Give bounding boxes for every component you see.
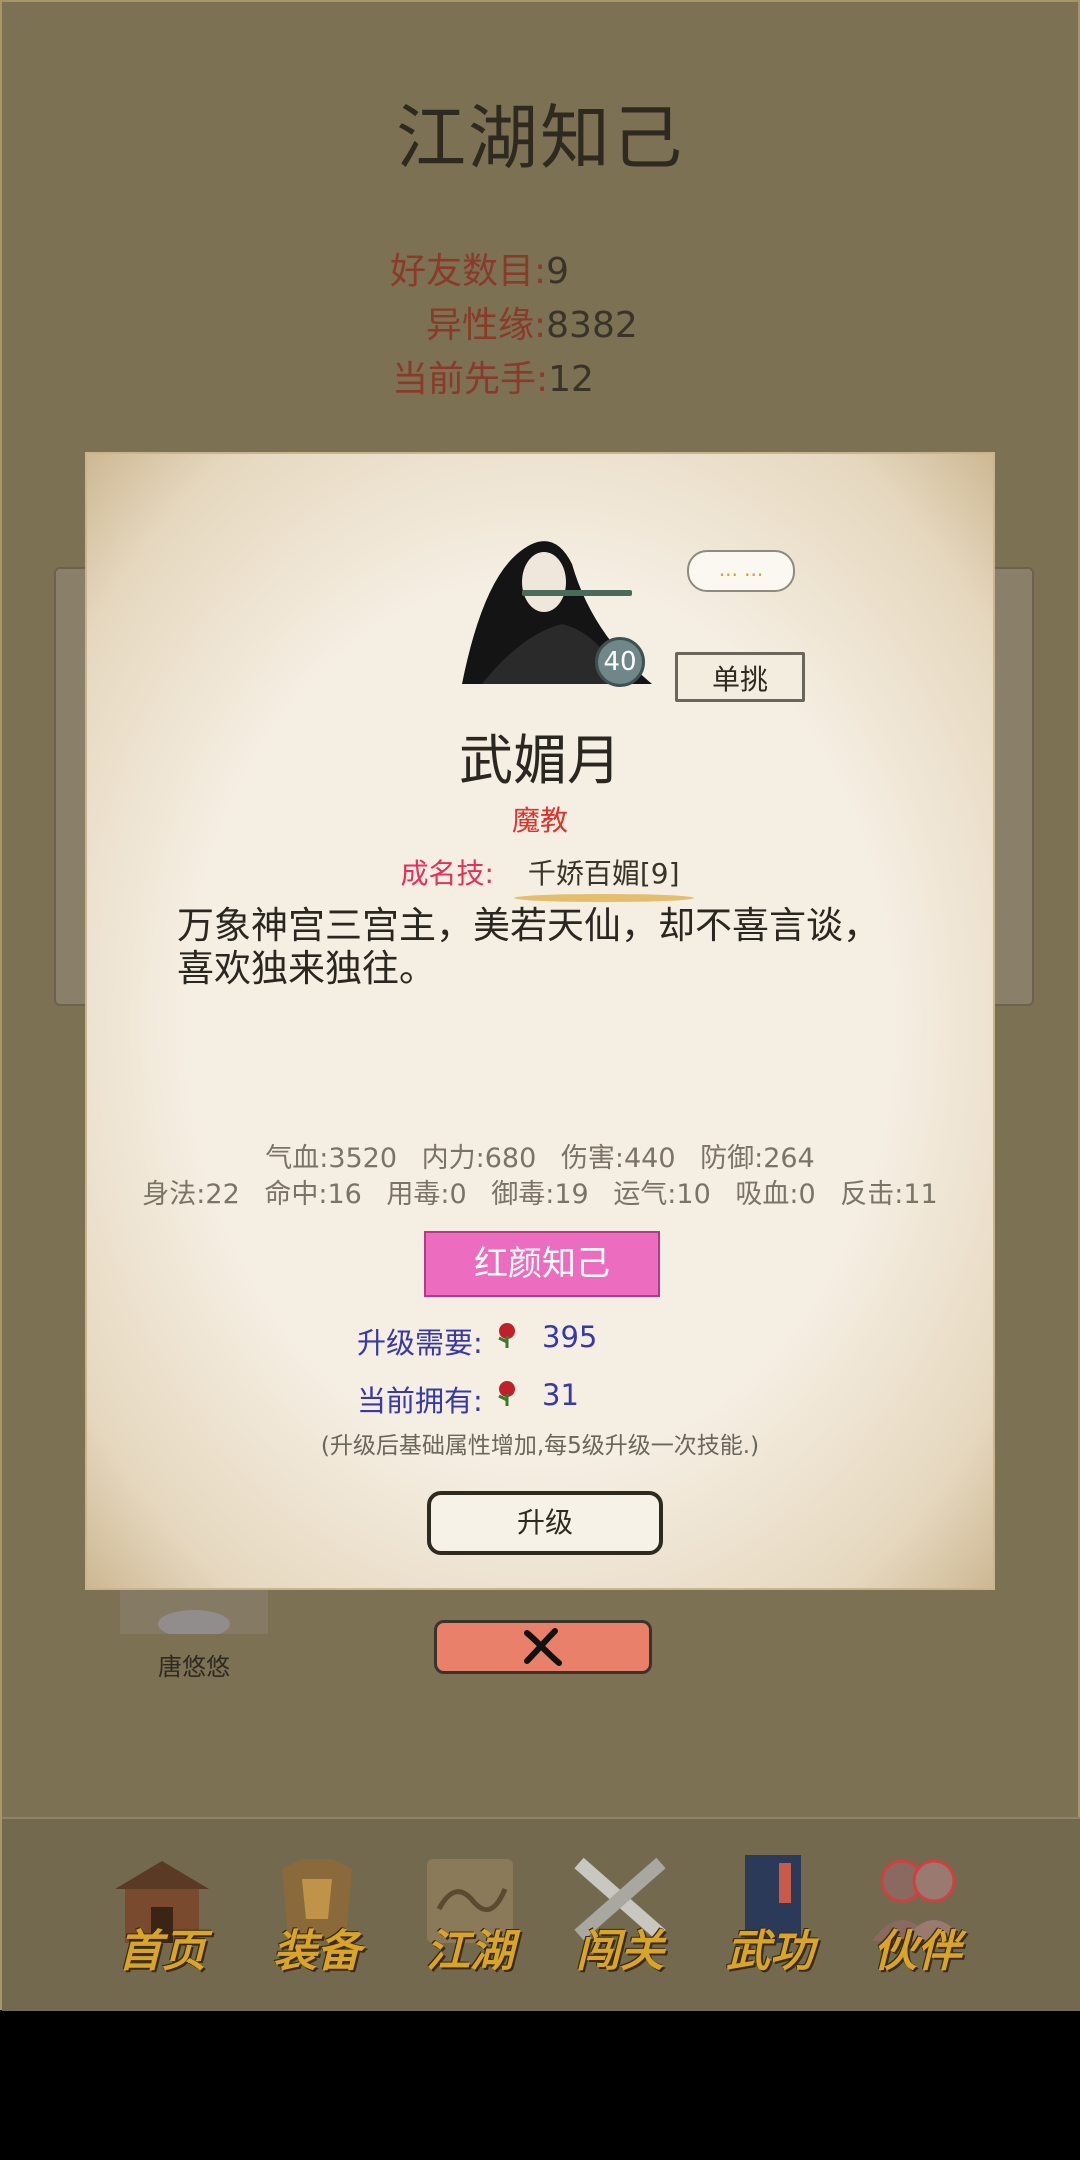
initiative-stat: 当前先手:12: [392, 359, 594, 400]
attr-lifesteal: 吸血:0: [735, 1179, 816, 1210]
companion-detail-dialog: 40 ... ... 单挑 武媚月 魔教 成名技: 千娇百媚[9] 万象神宫三宫主…: [85, 452, 995, 1590]
character-faction: 魔教: [511, 804, 568, 837]
attr-luck: 运气:10: [613, 1179, 711, 1210]
character-name: 武媚月: [459, 729, 621, 792]
nav-label: 装备: [273, 1926, 361, 1977]
attributes-row-2: 身法:22 命中:16 用毒:0 御毒:19 运气:10 吸血:0 反击:11: [87, 1172, 993, 1211]
nav-label: 武功: [726, 1926, 814, 1977]
charm-stat: 异性缘:8382: [426, 305, 638, 346]
friend-count-stat: 好友数目:9: [390, 251, 570, 292]
nav-label: 首页: [118, 1926, 206, 1977]
stat-key: 当前先手: [392, 359, 537, 400]
attr-hp: 气血:3520: [265, 1143, 398, 1174]
rose-icon: [498, 1381, 515, 1406]
stat-key: 好友数目: [390, 251, 535, 292]
attr-accuracy: 命中:16: [264, 1179, 362, 1210]
attr-defense: 防御:264: [700, 1143, 815, 1174]
character-description: 万象神宫三宫主，美若天仙，却不喜言谈，喜欢独来独往。: [177, 904, 880, 990]
attributes-row-1: 气血:3520 内力:680 伤害:440 防御:264: [87, 1136, 993, 1175]
upgrade-hint: (升级后基础属性增加,每5级升级一次技能.): [320, 1433, 760, 1459]
upgrade-button[interactable]: 升级: [427, 1491, 663, 1555]
nav-item-home[interactable]: 首页: [97, 1849, 227, 1979]
stat-value: 9: [546, 251, 570, 292]
attr-internal-power: 内力:680: [421, 1143, 537, 1174]
requirement-label: 升级需要:: [357, 1326, 483, 1360]
stat-key: 异性缘: [426, 305, 535, 346]
owned-value: 31: [542, 1378, 579, 1412]
background-friend-name: 唐悠悠: [158, 1653, 230, 1681]
nav-label: 闯关: [576, 1926, 664, 1977]
attr-counter: 反击:11: [840, 1179, 938, 1210]
attr-poison-resist: 御毒:19: [491, 1179, 589, 1210]
nav-item-equipment[interactable]: 装备: [252, 1849, 382, 1979]
stat-value: 12: [548, 359, 594, 400]
bottom-nav: 首页 装备 江湖 闯关 武功 伙伴: [2, 1817, 1080, 2011]
nav-item-martial-arts[interactable]: 武功: [705, 1849, 835, 1979]
duel-button[interactable]: 单挑: [675, 652, 805, 702]
nav-item-jianghu[interactable]: 江湖: [405, 1849, 535, 1979]
nav-item-challenge[interactable]: 闯关: [555, 1849, 685, 1979]
close-button[interactable]: [434, 1620, 652, 1674]
attr-agility: 身法:22: [142, 1179, 240, 1210]
skill-name[interactable]: 千娇百媚[9]: [513, 852, 694, 902]
relationship-rank-badge: 红颜知己: [424, 1231, 660, 1297]
stat-value: 8382: [546, 305, 638, 346]
nav-item-partners[interactable]: 伙伴: [852, 1849, 982, 1979]
level-badge: 40: [595, 637, 645, 687]
attr-poison: 用毒:0: [386, 1179, 467, 1210]
speech-bubble: ... ...: [687, 550, 795, 592]
close-icon: [524, 1628, 562, 1666]
attr-damage: 伤害:440: [560, 1143, 676, 1174]
signature-skill: 成名技: 千娇百媚[9]: [87, 852, 993, 902]
requirement-value: 395: [542, 1320, 598, 1354]
skill-label: 成名技:: [400, 857, 494, 890]
nav-label: 伙伴: [873, 1926, 961, 1977]
page-title: 江湖知己: [396, 97, 684, 179]
nav-label: 江湖: [426, 1926, 514, 1977]
owned-label: 当前拥有:: [357, 1384, 483, 1418]
rose-icon: [498, 1323, 515, 1348]
